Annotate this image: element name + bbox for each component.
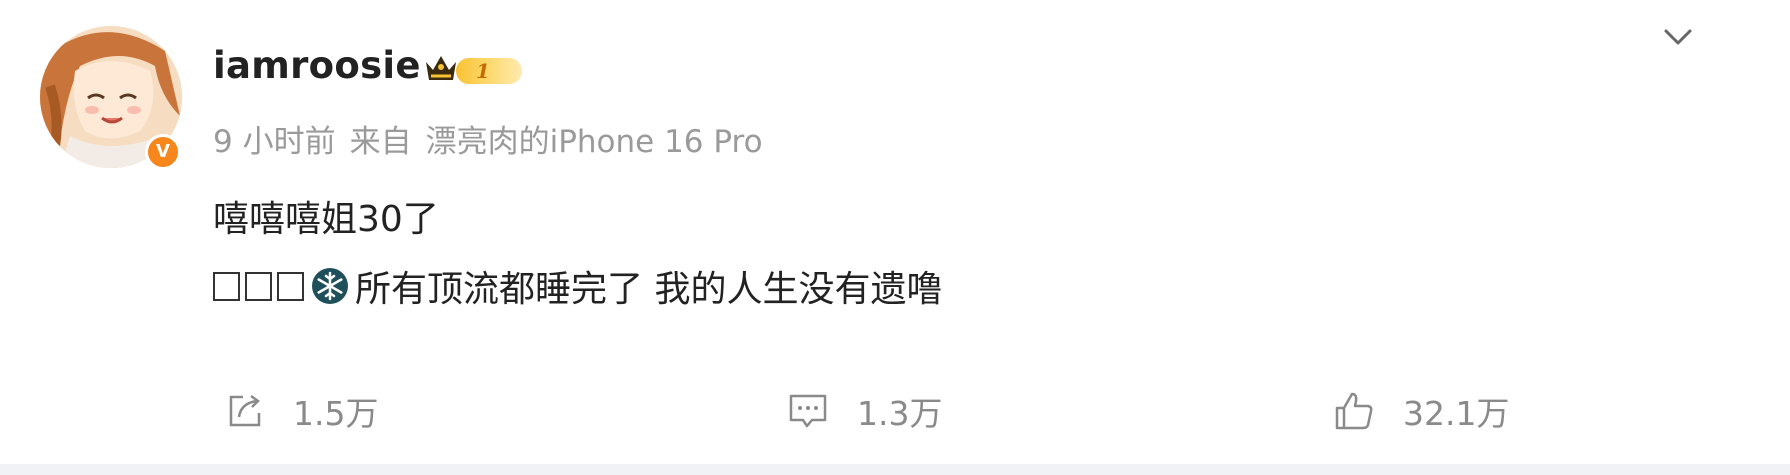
post-time[interactable]: 9 小时前 xyxy=(213,124,336,160)
username[interactable]: iamroosie xyxy=(213,44,421,87)
missing-glyph-box xyxy=(245,271,272,301)
share-button[interactable]: 1.5万 xyxy=(225,387,378,435)
post-meta: 9 小时前 来自 漂亮肉的iPhone 16 Pro xyxy=(213,116,777,161)
like-count: 32.1万 xyxy=(1403,394,1510,433)
like-button[interactable]: 32.1万 xyxy=(1333,387,1509,435)
source-device: 漂亮肉的iPhone 16 Pro xyxy=(425,124,763,160)
comment-count: 1.3万 xyxy=(857,394,943,433)
source-prefix: 来自 xyxy=(349,124,412,160)
post-text-line2: 所有顶流都睡完了 我的人生没有遗噜 xyxy=(213,260,942,312)
comment-icon xyxy=(789,394,827,428)
chevron-down-icon[interactable] xyxy=(1660,22,1696,52)
snowflake-icon xyxy=(312,268,348,304)
crown-icon xyxy=(426,56,456,80)
share-count: 1.5万 xyxy=(293,394,379,433)
post-text-line1: 嘻嘻嘻姐30了 xyxy=(213,199,439,240)
post-text-line2-content: 所有顶流都睡完了 我的人生没有遗噜 xyxy=(355,269,943,310)
missing-glyph-box xyxy=(213,271,240,301)
thumbs-up-icon xyxy=(1335,392,1373,430)
verified-badge-icon: V xyxy=(145,134,181,170)
divider xyxy=(0,464,1790,475)
comment-button[interactable]: 1.3万 xyxy=(787,387,942,435)
missing-glyph-box xyxy=(277,271,304,301)
weibo-post-card: V iamroosie 1 9 小时前 来自 漂亮肉的iPhone 16 Pro 嘻… xyxy=(0,0,1790,464)
level-badge: 1 xyxy=(456,58,522,84)
share-icon xyxy=(229,394,261,427)
